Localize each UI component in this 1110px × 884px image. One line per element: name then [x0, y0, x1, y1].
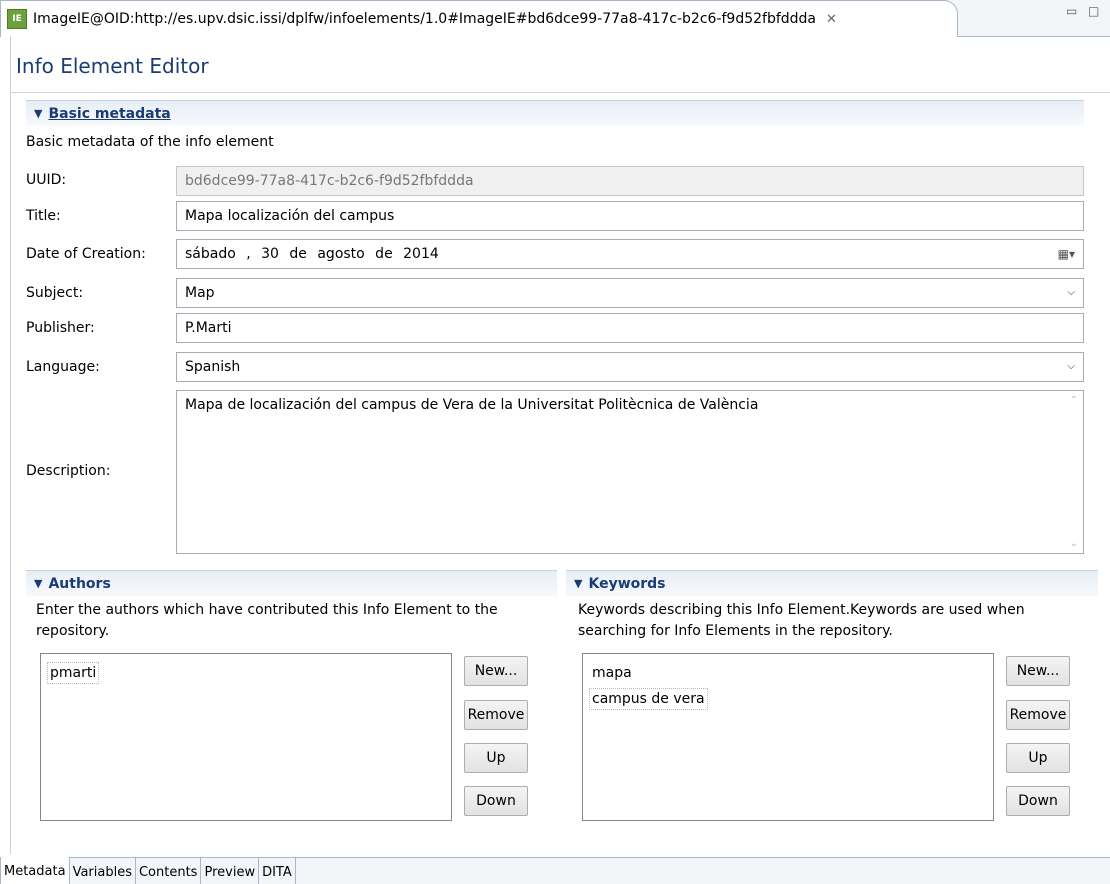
chevron-down-icon[interactable]: ⌵ [1067, 361, 1075, 372]
basic-metadata-title: Basic metadata [48, 105, 171, 122]
title-label: Title: [26, 208, 61, 224]
keywords-description: Keywords describing this Info Element.Ke… [578, 602, 1025, 639]
subject-select[interactable]: Map ⌵ [176, 278, 1084, 308]
list-item[interactable]: campus de vera [589, 688, 708, 710]
uuid-value: bd6dce99-77a8-417c-b2c6-f9d52fbfddda [185, 173, 474, 189]
tab-metadata[interactable]: Metadata [0, 857, 70, 884]
date-picker[interactable]: sábado , 30 de agosto de 2014 ▦▾ [176, 239, 1084, 269]
minimize-icon[interactable]: ▭ [1066, 4, 1077, 18]
chevron-down-icon[interactable]: ▼ [574, 577, 582, 590]
uuid-label: UUID: [26, 172, 67, 188]
tab-preview[interactable]: Preview [201, 858, 260, 884]
authors-up-button[interactable]: Up [464, 743, 528, 773]
subject-value: Map [185, 285, 215, 301]
keywords-header[interactable]: ▼ Keywords [566, 570, 1098, 596]
date-label: Date of Creation: [26, 246, 146, 262]
list-item[interactable]: pmarti [47, 662, 100, 684]
keywords-down-button[interactable]: Down [1006, 786, 1070, 816]
publisher-field[interactable]: P.Marti [176, 313, 1084, 343]
date-value: sábado , 30 de agosto de 2014 [185, 246, 439, 262]
list-item[interactable]: mapa [589, 662, 635, 684]
basic-metadata-description: Basic metadata of the info element [26, 134, 274, 150]
scroll-up-icon[interactable]: ⌃ [1070, 395, 1078, 406]
authors-description: Enter the authors which have contributed… [36, 602, 498, 639]
description-scrollbar[interactable]: ⌃ ⌄ [1063, 391, 1083, 553]
keywords-title: Keywords [588, 575, 666, 592]
chevron-down-icon[interactable]: ▼ [34, 577, 42, 590]
close-icon[interactable]: ✕ [826, 12, 837, 27]
subject-label: Subject: [26, 285, 84, 301]
keywords-up-button[interactable]: Up [1006, 743, 1070, 773]
keywords-new-button[interactable]: New... [1006, 656, 1070, 686]
chevron-down-icon[interactable]: ⌵ [1067, 287, 1075, 298]
authors-new-button[interactable]: New... [464, 656, 528, 686]
authors-title: Authors [48, 575, 111, 592]
form-title-divider [10, 92, 1110, 93]
tab-contents[interactable]: Contents [136, 858, 202, 884]
scroll-down-icon[interactable]: ⌄ [1070, 538, 1078, 549]
editor-page-tabs: Metadata Variables Contents Preview DITA [0, 857, 1110, 884]
title-field[interactable]: Mapa localización del campus [176, 201, 1084, 231]
authors-header[interactable]: ▼ Authors [26, 570, 557, 596]
authors-list[interactable]: pmarti [40, 653, 452, 821]
keywords-remove-button[interactable]: Remove [1006, 700, 1070, 730]
language-select[interactable]: Spanish ⌵ [176, 352, 1084, 382]
description-value: Mapa de localización del campus de Vera … [185, 397, 759, 413]
editor-tab[interactable]: IE ImageIE@OID:http://es.upv.dsic.issi/d… [0, 0, 958, 37]
publisher-label: Publisher: [26, 320, 95, 336]
basic-metadata-header[interactable]: ▼ Basic metadata [26, 100, 1084, 126]
tab-dita[interactable]: DITA [259, 858, 296, 884]
authors-down-button[interactable]: Down [464, 786, 528, 816]
language-label: Language: [26, 359, 100, 375]
description-textarea[interactable]: Mapa de localización del campus de Vera … [176, 390, 1084, 554]
form-title: Info Element Editor [16, 54, 209, 78]
editor-tab-title: ImageIE@OID:http://es.upv.dsic.issi/dplf… [33, 11, 817, 27]
tab-variables[interactable]: Variables [70, 858, 136, 884]
calendar-dropdown-icon[interactable]: ▦▾ [1058, 247, 1075, 261]
title-value: Mapa localización del campus [185, 208, 395, 224]
language-value: Spanish [185, 359, 241, 375]
uuid-field: bd6dce99-77a8-417c-b2c6-f9d52fbfddda [176, 166, 1084, 196]
keywords-list[interactable]: mapa campus de vera [582, 653, 994, 821]
editor-tab-bar: IE ImageIE@OID:http://es.upv.dsic.issi/d… [0, 0, 1110, 37]
info-element-icon: IE [7, 9, 27, 29]
publisher-value: P.Marti [185, 320, 232, 336]
description-label: Description: [26, 463, 111, 479]
chevron-down-icon[interactable]: ▼ [34, 107, 42, 120]
editor-left-border [10, 36, 11, 854]
authors-remove-button[interactable]: Remove [464, 700, 528, 730]
maximize-icon[interactable]: □ [1088, 4, 1099, 18]
